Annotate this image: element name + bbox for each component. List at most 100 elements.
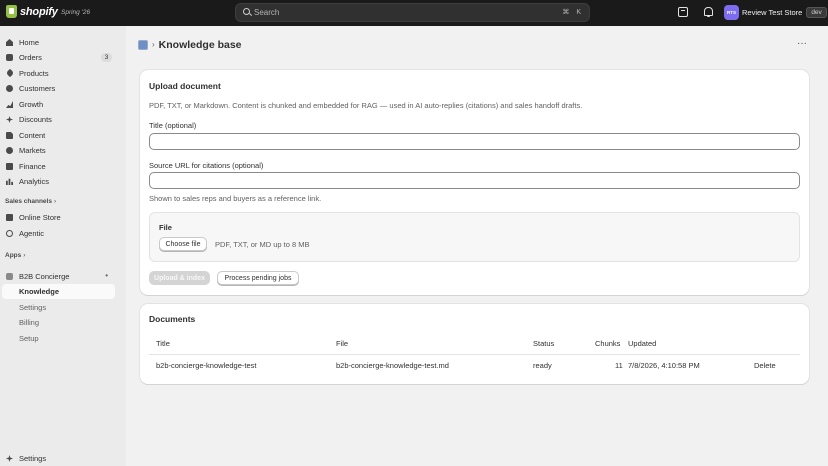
sidebar-item-label: Finance bbox=[19, 162, 46, 171]
upload-index-button[interactable]: Upload & index bbox=[149, 271, 210, 285]
sidebar-item-label: Settings bbox=[19, 454, 47, 463]
bell-icon[interactable] bbox=[703, 7, 713, 17]
sidebar-item-label: Products bbox=[19, 69, 49, 78]
sidebar-item-markets[interactable]: Markets bbox=[2, 143, 115, 158]
sidebar-item-setup[interactable]: Setup bbox=[2, 331, 115, 346]
app-icon bbox=[6, 273, 13, 280]
sidebar-item-b2b-concierge[interactable]: B2B Concierge • bbox=[2, 269, 115, 284]
sidebar-item-label: Setup bbox=[19, 334, 39, 343]
sidebar-item-label: Discounts bbox=[19, 115, 52, 124]
search-placeholder: Search bbox=[254, 8, 280, 17]
search-icon bbox=[243, 8, 250, 15]
column-header-updated: Updated bbox=[628, 339, 657, 348]
sidebar-item-label: Knowledge bbox=[19, 287, 60, 296]
column-header-chunks: Chunks bbox=[595, 339, 621, 348]
growth-icon bbox=[6, 101, 13, 108]
gear-icon bbox=[6, 455, 13, 462]
documents-card-title: Documents bbox=[149, 314, 196, 324]
apps-label: Apps bbox=[5, 252, 22, 259]
sidebar-item-settings-sub[interactable]: Settings bbox=[2, 300, 115, 315]
title-field-label: Title (optional) bbox=[149, 121, 197, 130]
file-dropzone: File Choose file PDF, TXT, or MD up to 8… bbox=[149, 212, 800, 262]
choose-file-button[interactable]: Choose file bbox=[159, 237, 207, 251]
apps-heading[interactable]: Apps › bbox=[5, 252, 25, 259]
column-header-status: Status bbox=[533, 339, 555, 348]
sidebar-item-label: Online Store bbox=[19, 213, 61, 222]
store-icon[interactable] bbox=[678, 7, 688, 17]
customers-icon bbox=[6, 85, 13, 92]
dev-badge: dev bbox=[806, 7, 827, 18]
search-shortcut: ⌘ K bbox=[562, 9, 581, 16]
doc-updated-cell: 7/8/2026, 4:10:58 PM bbox=[628, 361, 700, 370]
avatar: RTS bbox=[724, 5, 739, 20]
sidebar-item-label: Home bbox=[19, 38, 40, 47]
pin-icon[interactable]: • bbox=[105, 271, 108, 280]
orders-icon bbox=[6, 54, 13, 61]
sidebar-item-analytics[interactable]: Analytics bbox=[2, 174, 115, 189]
agentic-icon bbox=[6, 230, 13, 237]
sidebar-item-finance[interactable]: Finance bbox=[2, 159, 115, 174]
more-actions-icon[interactable]: ··· bbox=[797, 38, 807, 49]
content-icon bbox=[6, 132, 13, 139]
online-store-icon bbox=[6, 214, 13, 221]
sidebar-item-orders[interactable]: Orders 3 bbox=[2, 50, 115, 65]
top-bar: shopify Spring '26 Search ⌘ K RTS Review… bbox=[0, 0, 828, 26]
sidebar-item-discounts[interactable]: Discounts bbox=[2, 112, 115, 127]
doc-chunks-cell: 11 bbox=[615, 361, 623, 370]
upload-card: Upload document PDF, TXT, or Markdown. C… bbox=[140, 70, 809, 295]
logo-text: shopify bbox=[20, 5, 58, 18]
delete-button[interactable]: Delete bbox=[754, 361, 776, 370]
sidebar-item-label: Content bbox=[19, 131, 46, 140]
chevron-right-icon: › bbox=[23, 252, 26, 259]
chevron-right-icon: › bbox=[152, 40, 155, 49]
markets-icon bbox=[6, 147, 13, 154]
app-page-icon[interactable] bbox=[138, 39, 148, 50]
sidebar-item-growth[interactable]: Growth bbox=[2, 97, 115, 112]
discounts-icon bbox=[6, 116, 13, 123]
sidebar-item-home[interactable]: Home bbox=[2, 35, 115, 50]
sidebar-item-billing[interactable]: Billing bbox=[2, 315, 115, 330]
row-divider bbox=[149, 354, 800, 355]
shopify-bag-icon bbox=[6, 5, 17, 18]
title-field[interactable] bbox=[149, 133, 800, 150]
sidebar-item-label: B2B Concierge bbox=[19, 272, 70, 281]
sidebar-item-content[interactable]: Content bbox=[2, 128, 115, 143]
sidebar-item-customers[interactable]: Customers bbox=[2, 81, 115, 96]
home-icon bbox=[6, 39, 13, 46]
sales-channels-heading[interactable]: Sales channels › bbox=[5, 198, 56, 205]
edition-label: Spring '26 bbox=[61, 9, 91, 16]
sidebar: Home Orders 3 Products Customers Growth … bbox=[0, 26, 126, 466]
finance-icon bbox=[6, 163, 13, 170]
process-pending-jobs-button[interactable]: Process pending jobs bbox=[217, 271, 299, 285]
sidebar-item-settings[interactable]: Settings bbox=[2, 451, 115, 466]
documents-card: Documents Title File Status Chunks Updat… bbox=[140, 304, 809, 384]
shopify-logo[interactable]: shopify bbox=[6, 5, 58, 18]
sidebar-item-products[interactable]: Products bbox=[2, 66, 115, 81]
page-title: Knowledge base bbox=[158, 38, 242, 51]
sidebar-item-knowledge[interactable]: Knowledge bbox=[2, 284, 115, 299]
doc-file-cell: b2b-concierge-knowledge-test.md bbox=[336, 361, 449, 370]
doc-status-cell: ready bbox=[533, 361, 552, 370]
store-name: Review Test Store bbox=[742, 8, 803, 17]
sidebar-item-agentic[interactable]: Agentic bbox=[2, 226, 115, 241]
sidebar-item-label: Orders bbox=[19, 53, 42, 62]
orders-count-badge: 3 bbox=[101, 53, 112, 62]
chevron-right-icon: › bbox=[53, 198, 57, 205]
sidebar-item-label: Analytics bbox=[19, 177, 50, 186]
file-hint: PDF, TXT, or MD up to 8 MB bbox=[215, 240, 310, 249]
page-header: › Knowledge base bbox=[138, 37, 242, 52]
source-url-field-label: Source URL for citations (optional) bbox=[149, 161, 264, 170]
sidebar-item-label: Growth bbox=[19, 100, 44, 109]
sidebar-item-label: Agentic bbox=[19, 229, 45, 238]
source-url-field[interactable] bbox=[149, 172, 800, 189]
sidebar-item-label: Settings bbox=[19, 303, 47, 312]
analytics-icon bbox=[6, 178, 13, 185]
upload-description: PDF, TXT, or Markdown. Content is chunke… bbox=[149, 101, 583, 110]
sidebar-item-label: Billing bbox=[19, 318, 40, 327]
column-header-title: Title bbox=[156, 339, 170, 348]
sidebar-item-online-store[interactable]: Online Store bbox=[2, 210, 115, 225]
store-menu-button[interactable]: RTS Review Test Store dev bbox=[724, 4, 827, 21]
sales-channels-label: Sales channels bbox=[5, 198, 52, 205]
search-bar[interactable]: Search ⌘ K bbox=[235, 3, 590, 22]
sidebar-item-label: Customers bbox=[19, 84, 56, 93]
